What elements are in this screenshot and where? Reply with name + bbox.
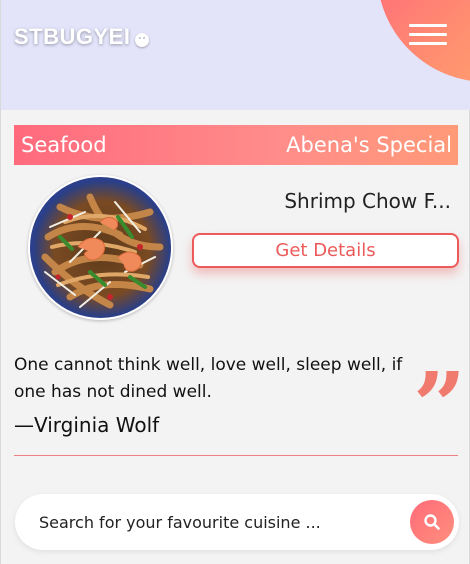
search-bar: [15, 494, 459, 550]
section-divider: [14, 455, 458, 456]
get-details-button[interactable]: Get Details: [192, 233, 459, 268]
search-input[interactable]: [39, 508, 399, 536]
quote-text: One cannot think well, love well, sleep …: [14, 355, 403, 402]
smiley-icon: [135, 33, 150, 47]
menu-button[interactable]: [409, 22, 449, 48]
hamburger-menu-icon: [409, 24, 447, 27]
hamburger-line: [409, 42, 447, 45]
search-button[interactable]: [410, 500, 454, 544]
closing-quote-icon: ”: [413, 352, 466, 460]
brand-logo[interactable]: STBUGYEI: [14, 24, 150, 50]
special-label: Abena's Special: [286, 133, 452, 157]
brand-name: STBUGYEI: [14, 24, 131, 49]
search-icon: [424, 514, 440, 530]
hamburger-line: [409, 33, 447, 36]
category-banner: Seafood Abena's Special: [14, 125, 458, 165]
quote-author: —Virginia Wolf: [14, 413, 160, 437]
shrimp-chow-fun-photo: [30, 177, 171, 318]
top-header: STBUGYEI: [1, 0, 470, 110]
dish-photo[interactable]: [28, 175, 173, 320]
dish-name[interactable]: Shrimp Chow F...: [191, 189, 461, 213]
category-label: Seafood: [21, 133, 107, 157]
